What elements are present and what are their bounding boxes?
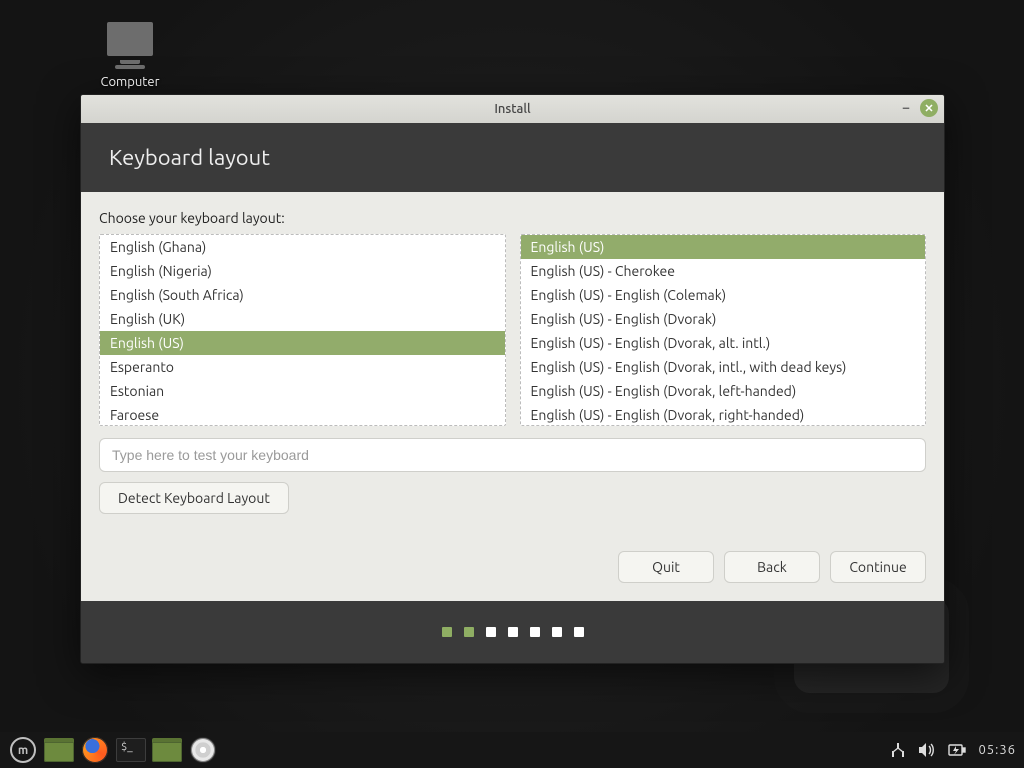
start-menu-button[interactable]: m (8, 736, 38, 764)
list-item[interactable]: English (US) - English (Dvorak, left-han… (521, 379, 926, 403)
volume-icon[interactable] (918, 742, 936, 758)
window-controls: – ✕ (898, 99, 938, 117)
list-item[interactable]: Estonian (100, 379, 505, 403)
desktop-icon-computer[interactable]: Computer (86, 22, 174, 89)
progress-dot (464, 627, 474, 637)
variant-listbox[interactable]: English (US)English (US) - CherokeeEngli… (520, 234, 927, 426)
progress-dot (442, 627, 452, 637)
installer-window: Install – ✕ Keyboard layout Choose your … (80, 94, 945, 664)
wizard-buttons: Quit Back Continue (99, 525, 926, 583)
desktop-icon-label: Computer (86, 75, 174, 89)
list-item[interactable]: English (UK) (100, 307, 505, 331)
progress-dot (486, 627, 496, 637)
system-tray: 05:36 (890, 742, 1016, 758)
clock[interactable]: 05:36 (978, 743, 1016, 757)
layout-lists: English (Ghana)English (Nigeria)English … (99, 234, 926, 426)
keyboard-prompt: Choose your keyboard layout: (99, 210, 926, 226)
continue-button[interactable]: Continue (830, 551, 926, 583)
battery-icon[interactable] (948, 743, 966, 757)
list-item[interactable]: Esperanto (100, 355, 505, 379)
progress-dot (574, 627, 584, 637)
progress-dot (552, 627, 562, 637)
taskbar-files[interactable] (44, 736, 74, 764)
mint-logo-icon: m (10, 737, 36, 763)
close-icon[interactable]: ✕ (920, 99, 938, 117)
back-button[interactable]: Back (724, 551, 820, 583)
firefox-icon (82, 737, 108, 763)
keyboard-test-input[interactable] (99, 438, 926, 472)
minimize-icon[interactable]: – (898, 100, 914, 116)
titlebar[interactable]: Install – ✕ (81, 95, 944, 123)
list-item[interactable]: English (Nigeria) (100, 259, 505, 283)
folder-icon (44, 738, 74, 762)
list-item[interactable]: English (Ghana) (100, 235, 505, 259)
progress-dot (530, 627, 540, 637)
taskbar: m $_ (0, 732, 1024, 768)
language-listbox[interactable]: English (Ghana)English (Nigeria)English … (99, 234, 506, 426)
monitor-stand-icon (115, 65, 145, 69)
terminal-icon: $_ (116, 738, 146, 762)
list-item[interactable]: English (US) - English (Dvorak, right-ha… (521, 403, 926, 425)
taskbar-files-2[interactable] (152, 736, 182, 764)
list-item[interactable]: Faroese (100, 403, 505, 425)
disc-icon (190, 737, 216, 763)
list-item[interactable]: English (US) - English (Colemak) (521, 283, 926, 307)
list-item[interactable]: English (US) (521, 235, 926, 259)
list-item[interactable]: English (US) - English (Dvorak) (521, 307, 926, 331)
detect-layout-button[interactable]: Detect Keyboard Layout (99, 482, 289, 514)
taskbar-terminal[interactable]: $_ (116, 736, 146, 764)
network-icon[interactable] (890, 742, 906, 758)
folder-icon (152, 738, 182, 762)
list-item[interactable]: English (US) (100, 331, 505, 355)
list-item[interactable]: English (US) - Cherokee (521, 259, 926, 283)
quit-button[interactable]: Quit (618, 551, 714, 583)
list-item[interactable]: English (South Africa) (100, 283, 505, 307)
content-area: Choose your keyboard layout: English (Gh… (81, 192, 944, 601)
page-heading: Keyboard layout (81, 123, 944, 192)
list-item[interactable]: English (US) - English (Dvorak, alt. int… (521, 331, 926, 355)
list-item[interactable]: English (US) - English (Dvorak, intl., w… (521, 355, 926, 379)
taskbar-installer[interactable] (188, 736, 218, 764)
progress-dot (508, 627, 518, 637)
taskbar-firefox[interactable] (80, 736, 110, 764)
window-title: Install (81, 102, 944, 116)
monitor-icon (107, 22, 153, 56)
progress-dots (81, 601, 944, 663)
